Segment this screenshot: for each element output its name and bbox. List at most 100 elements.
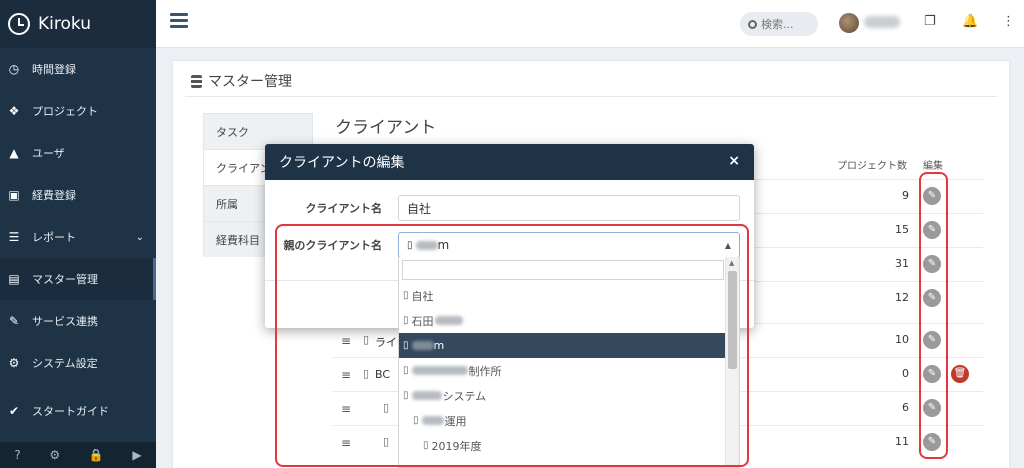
edit-icon[interactable]: ✎ [923, 289, 941, 307]
edit-icon[interactable]: ✎ [923, 331, 941, 349]
edit-icon[interactable]: ✎ [923, 221, 941, 239]
dropdown-option-selected[interactable]: ▯ m [399, 333, 726, 358]
option-label: 自社 [411, 289, 434, 303]
dropdown-option[interactable]: ▯ システム [399, 383, 726, 408]
option-label: システム [442, 389, 487, 403]
notes-icon[interactable]: ❐ [924, 14, 936, 29]
parent-client-value: m [437, 238, 450, 252]
edit-icon[interactable]: ✎ [923, 433, 941, 451]
building-icon: ▯ [403, 365, 409, 376]
help-icon[interactable]: ? [14, 448, 20, 462]
sidebar-item-user[interactable]: ▲ ユーザ [0, 132, 156, 174]
clock-logo-icon [8, 13, 30, 35]
edit-icon[interactable]: ✎ [923, 365, 941, 383]
dropdown-scrollbar[interactable]: ▲ [725, 257, 739, 467]
topbar: 検索... ❐ 🔔 ⋮ [156, 0, 1024, 48]
sidebar-item-report[interactable]: ☰ レポート ⌄ [0, 216, 156, 258]
dropdown-option[interactable]: ▯ 自社 [399, 283, 726, 308]
col-project-count: プロジェクト数 [837, 161, 907, 172]
gear-icon: ⚙ [8, 356, 20, 370]
building-icon: ▯ [403, 315, 409, 326]
blurred-text [411, 366, 468, 375]
train-icon: ▣ [8, 188, 20, 202]
play-icon[interactable]: ▶ [132, 448, 141, 462]
blurred-text [415, 240, 438, 250]
modal-header: クライアントの編集 × [265, 144, 754, 180]
sidebar: Kiroku ◷ 時間登録 ❖ プロジェクト ▲ ユーザ ▣ 経費登録 ☰ レポート ⌄ ▤… [0, 0, 156, 468]
scrollbar-thumb[interactable] [728, 271, 737, 369]
hamburger-menu-icon[interactable] [170, 13, 188, 29]
option-label: 制作所 [468, 364, 502, 378]
user-icon: ▲ [9, 146, 19, 160]
dropdown-options: ▯ 自社 ▯ 石田 ▯ m ▯ 制作所 ▯ システム ▯ 運用 ▯ 2019年度 [399, 283, 726, 458]
brand[interactable]: Kiroku [0, 0, 156, 48]
client-name-row: クライアント名 自社 [265, 192, 754, 224]
more-vertical-icon[interactable]: ⋮ [1002, 14, 1015, 29]
sidebar-item-integration[interactable]: ✎ サービス連携 [0, 300, 156, 342]
edit-icon[interactable]: ✎ [923, 187, 941, 205]
project-count: 31 [895, 257, 909, 270]
caret-up-icon: ▲ [724, 241, 731, 250]
client-name: BC [375, 368, 391, 381]
sidebar-item-label: プロジェクト [32, 105, 98, 118]
drag-handle-icon[interactable]: ≡ [341, 402, 351, 416]
sidebar-item-start-guide[interactable]: ✔ スタートガイド [0, 390, 156, 432]
delete-icon[interactable]: 🗑 [951, 365, 969, 383]
check-icon: ✔ [8, 404, 20, 418]
sidebar-item-time-entry[interactable]: ◷ 時間登録 [0, 48, 156, 90]
sidebar-item-project[interactable]: ❖ プロジェクト [0, 90, 156, 132]
username-blurred[interactable] [864, 16, 900, 28]
sidebar-item-system-settings[interactable]: ⚙ システム設定 [0, 342, 156, 384]
project-count: 10 [895, 333, 909, 346]
search-box[interactable]: 検索... [740, 12, 818, 36]
divider [185, 96, 997, 97]
blurred-text [411, 391, 442, 400]
client-name-value: 自社 [407, 201, 432, 216]
bell-icon[interactable]: 🔔 [962, 14, 978, 29]
cubes-icon: ❖ [8, 104, 20, 118]
sidebar-item-label: 時間登録 [32, 63, 76, 76]
sidebar-item-label: システム設定 [32, 357, 98, 370]
project-count: 6 [902, 401, 909, 414]
scroll-up-icon[interactable]: ▲ [729, 259, 734, 267]
drag-handle-icon[interactable]: ≡ [341, 436, 351, 450]
close-icon[interactable]: × [728, 153, 740, 169]
avatar[interactable] [839, 13, 859, 33]
lock-icon[interactable]: 🔒 [89, 448, 104, 462]
chevron-down-icon: ⌄ [135, 231, 144, 243]
blurred-text [421, 416, 444, 425]
building-icon: ▯ [403, 290, 409, 301]
page-title: マスター管理 [191, 71, 292, 91]
building-icon: ▯ [363, 333, 370, 346]
modal-title: クライアントの編集 [279, 155, 405, 171]
clock-icon: ◷ [8, 62, 20, 76]
parent-client-dropdown: ▯ 自社 ▯ 石田 ▯ m ▯ 制作所 ▯ システム ▯ 運用 ▯ 2019年度… [398, 257, 740, 468]
drag-handle-icon[interactable]: ≡ [341, 368, 351, 382]
sidebar-item-expense[interactable]: ▣ 経費登録 [0, 174, 156, 216]
sidebar-item-label: レポート [32, 231, 76, 244]
dropdown-option[interactable]: ▯ 運用 [399, 408, 726, 433]
parent-client-select[interactable]: ▯ m ▲ [398, 232, 740, 258]
search-placeholder: 検索... [761, 18, 794, 31]
dropdown-search-input[interactable] [402, 260, 724, 280]
edit-icon[interactable]: ✎ [923, 255, 941, 273]
building-icon: ▯ [403, 340, 409, 351]
edit-icon[interactable]: ✎ [923, 399, 941, 417]
project-count: 11 [895, 435, 909, 448]
project-count: 15 [895, 223, 909, 236]
blurred-text [411, 341, 434, 350]
building-icon: ▯ [403, 390, 409, 401]
sidebar-item-label: サービス連携 [32, 315, 98, 328]
dropdown-option[interactable]: ▯ 制作所 [399, 358, 726, 383]
dropdown-option[interactable]: ▯ 2019年度 [399, 433, 726, 458]
client-name-input[interactable]: 自社 [398, 195, 740, 221]
dropdown-option[interactable]: ▯ 石田 [399, 308, 726, 333]
parent-client-label: 親のクライアント名 [283, 239, 382, 252]
settings-icon[interactable]: ⚙ [49, 448, 60, 462]
sidebar-item-master[interactable]: ▤ マスター管理 [0, 258, 156, 300]
sidebar-footer: ? ⚙ 🔒 ▶ [0, 442, 156, 468]
col-edit: 編集 [923, 161, 943, 172]
brand-name: Kiroku [38, 14, 91, 34]
drag-handle-icon[interactable]: ≡ [341, 334, 351, 348]
sidebar-item-label: ユーザ [32, 147, 65, 160]
